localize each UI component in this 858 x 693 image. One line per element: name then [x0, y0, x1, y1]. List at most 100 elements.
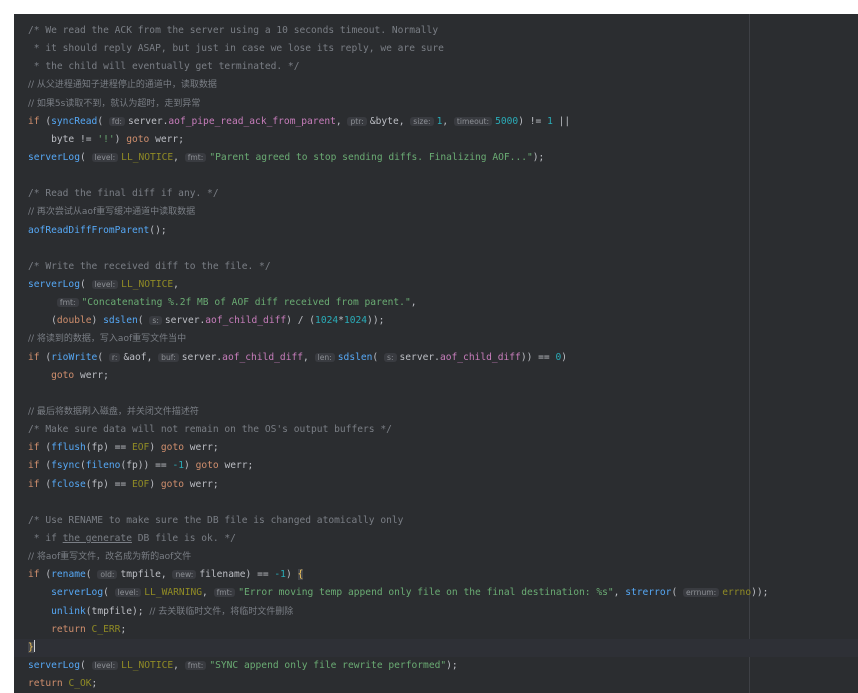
comment: * if: [28, 532, 63, 544]
macro: errno: [722, 587, 752, 599]
code-line-30[interactable]: // 将aof重写文件，改名成为新的aof文件: [28, 548, 858, 566]
keyword: double: [56, 315, 92, 327]
code-token: ,: [410, 297, 417, 309]
code-line-7[interactable]: byte != '!') goto werr;: [28, 131, 858, 149]
code-line-19[interactable]: if (rioWrite( r: &aof, buf: server.aof_chi…: [28, 349, 858, 367]
code-token: ,: [613, 587, 626, 599]
code-line-9[interactable]: [28, 167, 858, 185]
code-line-2[interactable]: * it should reply ASAP, but just in case…: [28, 40, 858, 58]
code-line-34[interactable]: return C_ERR;: [28, 621, 858, 639]
code-line-13[interactable]: [28, 240, 858, 258]
string-literal: "SYNC append only file rewrite performed…: [209, 659, 447, 671]
code-line-12[interactable]: aofReadDiffFromParent();: [28, 222, 858, 240]
string-literal: "Concatenating %.2f MB of AOF diff recei…: [81, 297, 411, 309]
code-line-29[interactable]: * if the generate DB file is ok. */: [28, 530, 858, 548]
struct-field: aof_child_diff: [205, 315, 287, 327]
comment: * the child will eventually get terminat…: [28, 61, 300, 73]
code-line-25[interactable]: if (fsync(fileno(fp)) == -1) goto werr;: [28, 457, 858, 475]
param-hint: buf:: [158, 352, 179, 362]
code-line-31[interactable]: if (rename( old: tmpfile, new: filename) =…: [28, 566, 858, 584]
keyword: if: [28, 351, 40, 363]
keyword: goto: [160, 442, 184, 454]
code-token: (: [28, 315, 57, 327]
code-line-24[interactable]: if (fflush(fp) == EOF) goto werr;: [28, 439, 858, 457]
keyword: if: [28, 442, 40, 454]
param-hint: len:: [314, 352, 335, 362]
code-line-21[interactable]: [28, 385, 858, 403]
comment: DB file is ok. */: [131, 532, 236, 544]
comment: /* Use RENAME to make sure the DB file i…: [28, 514, 404, 526]
number-literal: 1024: [343, 315, 368, 327]
code-token: werr;: [74, 369, 109, 381]
comment: // 将读到的数据，写入aof重写文件当中: [28, 334, 187, 345]
code-editor[interactable]: /* We read the ACK from the server using…: [14, 14, 858, 693]
code-line-4[interactable]: // 从父进程通知子进程停止的通道中，读取数据: [28, 76, 858, 94]
code-token: ;: [120, 623, 127, 635]
code-line-14[interactable]: /* Write the received diff to the file. …: [28, 258, 858, 276]
number-literal: 1024: [315, 315, 339, 327]
param-hint: timeout:: [453, 116, 493, 126]
code-line-23[interactable]: /* Make sure data will not remain on the…: [28, 421, 858, 439]
code-line-37[interactable]: return C_OK;: [28, 675, 858, 693]
code-line-36[interactable]: serverLog( level: LL_NOTICE, fmt: "SYNC ap…: [28, 657, 858, 675]
code-token: (: [79, 278, 92, 290]
param-hint: errnum:: [683, 588, 720, 598]
code-token: (: [372, 351, 384, 363]
code-line-33[interactable]: unlink(tmpfile); // 去关联临时文件，将临时文件删除: [28, 603, 858, 621]
function-name: syncRead: [51, 115, 98, 127]
string-literal: "Error moving temp append only file on t…: [238, 587, 614, 599]
function-name: serverLog: [28, 659, 80, 671]
macro: EOF: [132, 478, 150, 490]
param-hint: old:: [97, 570, 118, 580]
number-literal: -1: [172, 460, 184, 472]
function-name: fclose: [51, 478, 86, 490]
code-token: (: [39, 115, 52, 127]
code-line-22[interactable]: // 最后将数据刷入磁盘，并关闭文件描述符: [28, 403, 858, 421]
code-line-32[interactable]: serverLog( level: LL_WARNING, fmt: "Error …: [28, 584, 858, 602]
code-line-16[interactable]: fmt: "Concatenating %.2f MB of AOF diff r…: [28, 294, 858, 312]
function-name: serverLog: [28, 278, 80, 290]
param-hint: size:: [410, 116, 434, 126]
code-token: (fp)) ==: [120, 460, 173, 472]
code-line-10[interactable]: /* Read the final diff if any. */: [28, 185, 858, 203]
code-area[interactable]: /* We read the ACK from the server using…: [14, 22, 858, 693]
code-line-5[interactable]: // 如果5s读取不到，就认为超时，走到异常: [28, 95, 858, 113]
function-name: rioWrite: [51, 351, 98, 363]
code-line-35-current[interactable]: }: [14, 638, 858, 657]
comment: /* Read the final diff if any. */: [28, 188, 219, 200]
code-token: server: [181, 351, 217, 363]
code-line-11[interactable]: // 再次尝试从aof重写缓冲通道中读取数据: [28, 203, 858, 221]
code-line-26[interactable]: if (fclose(fp) == EOF) goto werr;: [28, 476, 858, 494]
code-token: ,: [303, 351, 315, 363]
code-line-20[interactable]: goto werr;: [28, 367, 858, 385]
code-token: (: [671, 587, 683, 599]
code-line-6[interactable]: if (syncRead( fd: server.aof_pipe_read_ac…: [28, 113, 858, 131]
code-token: ,: [335, 115, 348, 127]
code-token: ): [114, 133, 127, 145]
code-line-15[interactable]: serverLog( level: LL_NOTICE,: [28, 276, 858, 294]
keyword: return: [28, 678, 63, 690]
code-line-28[interactable]: /* Use RENAME to make sure the DB file i…: [28, 512, 858, 530]
comment: // 再次尝试从aof重写缓冲通道中读取数据: [28, 207, 196, 218]
code-token: ): [91, 315, 104, 327]
code-token: (fp) ==: [85, 478, 132, 490]
text-cursor: [33, 639, 35, 652]
comment: * it should reply ASAP, but just in case…: [28, 43, 444, 55]
comment: /* Write the received diff to the file. …: [28, 260, 271, 272]
macro: LL_NOTICE: [121, 659, 174, 671]
code-token: ;: [91, 678, 98, 690]
code-line-8[interactable]: serverLog( level: LL_NOTICE, fmt: "Parent …: [28, 149, 858, 167]
char-literal: '!': [97, 133, 115, 145]
code-token: (fp) ==: [85, 442, 132, 454]
code-line-3[interactable]: * the child will eventually get terminat…: [28, 58, 858, 76]
code-line-27[interactable]: [28, 494, 858, 512]
code-line-1[interactable]: /* We read the ACK from the server using…: [28, 22, 858, 40]
code-line-18[interactable]: // 将读到的数据，写入aof重写文件当中: [28, 330, 858, 348]
comment: // 将aof重写文件，改名成为新的aof文件: [28, 552, 192, 563]
code-token: &aof,: [123, 351, 159, 363]
typo-underline: the generate: [62, 532, 132, 544]
function-name: aofReadDiffFromParent: [28, 224, 150, 236]
code-line-17[interactable]: (double) sdslen( s: server.aof_child_diff…: [28, 312, 858, 330]
